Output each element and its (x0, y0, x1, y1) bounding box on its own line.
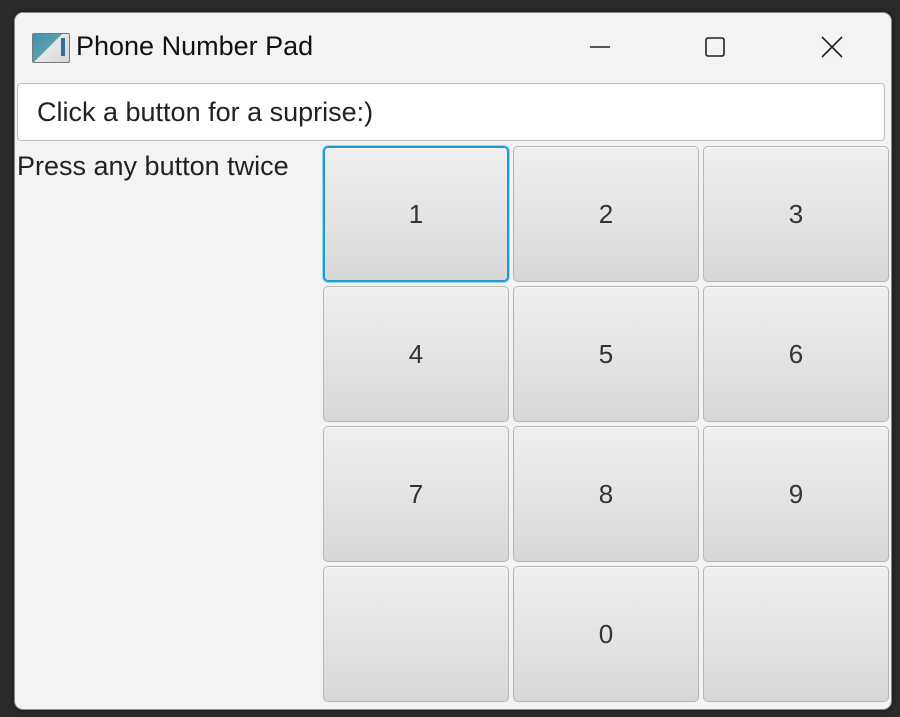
instruction-label: Press any button twice (17, 151, 289, 181)
phone-keypad: 1 2 3 4 5 6 7 8 9 0 (323, 146, 891, 709)
window-title: Phone Number Pad (76, 31, 314, 61)
minimize-button[interactable] (571, 27, 629, 67)
key-3-button[interactable]: 3 (703, 146, 889, 282)
app-window: Phone Number Pad Click a button for a su… (14, 12, 892, 710)
minimize-icon (590, 46, 610, 48)
key-blank-right-button[interactable] (703, 566, 889, 702)
title-bar[interactable]: Phone Number Pad (15, 13, 891, 81)
key-4-button[interactable]: 4 (323, 286, 509, 422)
close-icon (821, 36, 843, 58)
key-8-button[interactable]: 8 (513, 426, 699, 562)
close-button[interactable] (803, 27, 861, 67)
key-blank-left-button[interactable] (323, 566, 509, 702)
key-9-button[interactable]: 9 (703, 426, 889, 562)
key-2-button[interactable]: 2 (513, 146, 699, 282)
maximize-button[interactable] (686, 27, 744, 67)
key-5-button[interactable]: 5 (513, 286, 699, 422)
surprise-text-field[interactable]: Click a button for a suprise:) (17, 83, 885, 141)
app-icon (32, 33, 70, 63)
key-0-button[interactable]: 0 (513, 566, 699, 702)
key-6-button[interactable]: 6 (703, 286, 889, 422)
key-7-button[interactable]: 7 (323, 426, 509, 562)
key-1-button[interactable]: 1 (323, 146, 509, 282)
maximize-icon (705, 37, 725, 57)
